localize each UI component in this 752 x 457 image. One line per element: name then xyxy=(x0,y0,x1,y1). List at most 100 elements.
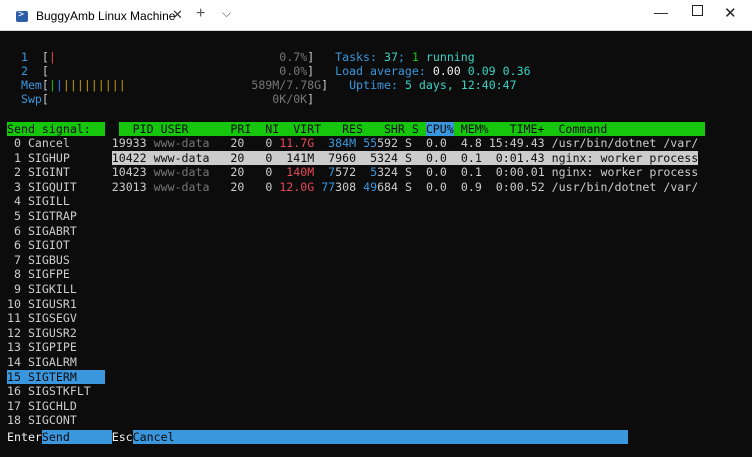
signal-number: 12 xyxy=(7,325,21,340)
signal-name: SIGIOT xyxy=(27,238,70,253)
signal-number: 9 xyxy=(7,282,21,296)
signal-name: SIGALRM xyxy=(27,355,77,369)
signal-name: SIGKILL xyxy=(27,282,77,296)
mem-meter: Mem[||||||||||| 589M/7.78G] Uptime: 5 da… xyxy=(20,78,517,92)
signal-name: SIGFPE xyxy=(27,267,70,282)
signal-name: SIGUSR1 xyxy=(27,296,77,311)
signal-item-sigint[interactable]: 2 SIGINT xyxy=(7,165,105,179)
signal-name: SIGBUS xyxy=(27,252,70,267)
signal-item-sigalrm[interactable]: 14 SIGALRM xyxy=(7,355,105,369)
signal-number: 5 xyxy=(7,209,21,223)
signal-item-sigill[interactable]: 4 SIGILL xyxy=(7,194,105,208)
signal-row: 13 SIGPIPE xyxy=(7,340,745,354)
signal-row: 8 SIGFPE xyxy=(7,267,745,281)
signal-row: 2 SIGINT 10423 www-data 20 0 140M 7572 5… xyxy=(7,165,745,179)
signal-number: 4 xyxy=(7,194,21,209)
terminal-window: > BuggyAmb Linux Machine ✕ + ⌵ — ✕ 1 [| … xyxy=(0,0,752,457)
powershell-icon: > xyxy=(16,9,28,22)
signal-number: 6 xyxy=(7,238,21,253)
tab-buggyamb[interactable]: > BuggyAmb Linux Machine ✕ xyxy=(6,3,186,30)
send-button[interactable]: Send xyxy=(41,430,112,444)
terminal-area[interactable]: 1 [| 0.7%] Tasks: 37; 1 running 2 [ 0.0%… xyxy=(0,31,752,457)
signal-row: 16 SIGSTKFLT xyxy=(7,384,745,398)
signal-item-sigchld[interactable]: 17 SIGCHLD xyxy=(7,399,105,413)
signal-row: 15 SIGTERM xyxy=(7,369,745,384)
signal-name: SIGHUP xyxy=(27,150,70,165)
send-signal-title: Send signal: xyxy=(7,122,91,136)
cpu1-meter: 1 [| 0.7%] Tasks: 37; 1 running xyxy=(20,50,475,64)
signal-item-sigabrt[interactable]: 6 SIGABRT xyxy=(7,224,105,238)
signal-item-sigbus[interactable]: 7 SIGBUS xyxy=(7,253,105,267)
signal-name: SIGPIPE xyxy=(27,340,77,355)
signal-row: 7 SIGBUS xyxy=(7,253,745,267)
process-row[interactable]: 23013 www-data 20 0 12.0G 77308 49684 S … xyxy=(112,180,699,194)
signal-number: 2 xyxy=(7,165,21,180)
signal-row: 12 SIGUSR2 xyxy=(7,326,745,340)
signal-name: SIGCONT xyxy=(27,413,77,428)
signal-name: SIGINT xyxy=(27,165,70,180)
signal-item-cancel[interactable]: 0 Cancel xyxy=(7,136,105,150)
signal-number: 11 xyxy=(7,311,21,326)
signal-item-sigterm[interactable]: 15 SIGTERM xyxy=(7,369,105,384)
signal-number: 13 xyxy=(7,340,21,355)
signal-name: SIGSTKFLT xyxy=(27,384,91,399)
signal-name: SIGCHLD xyxy=(27,398,77,413)
signal-row: 14 SIGALRM xyxy=(7,355,745,369)
signal-number: 10 xyxy=(7,296,21,311)
minimize-icon[interactable]: — xyxy=(654,4,668,20)
signal-row: 6 SIGIOT xyxy=(7,238,745,252)
signal-row: 6 SIGABRT xyxy=(7,224,745,238)
close-window-icon[interactable]: ✕ xyxy=(724,4,737,22)
signal-item-sigcont[interactable]: 18 SIGCONT xyxy=(7,413,105,427)
maximize-icon[interactable] xyxy=(692,5,703,16)
process-row[interactable]: 10422 www-data 20 0 141M 7960 5324 S 0.0… xyxy=(111,150,699,165)
signal-item-sigstkflt[interactable]: 16 SIGSTKFLT xyxy=(7,384,105,398)
tab-close-icon[interactable]: ✕ xyxy=(172,7,183,23)
signal-row: 0 Cancel 19933 www-data 20 0 11.7G 384M … xyxy=(7,136,745,150)
signal-name: SIGABRT xyxy=(27,223,77,238)
cancel-button[interactable]: Cancel xyxy=(132,430,629,444)
signal-row: 17 SIGCHLD xyxy=(7,399,745,413)
signal-number: 8 xyxy=(7,267,21,282)
table-header: Send signal: PID USER PRI NI VIRT RES SH… xyxy=(7,122,706,136)
signal-row: 9 SIGKILL xyxy=(7,282,745,296)
cpu2-meter: 2 [ 0.0%] Load average: 0.00 0.09 0.36 xyxy=(20,64,531,78)
signal-item-sigusr2[interactable]: 12 SIGUSR2 xyxy=(7,326,105,340)
title-bar: > BuggyAmb Linux Machine ✕ + ⌵ — ✕ xyxy=(0,0,752,31)
process-row[interactable]: 19933 www-data 20 0 11.7G 384M 55592 S 0… xyxy=(112,136,699,150)
enter-key: Enter xyxy=(7,430,42,444)
signal-item-sigquit[interactable]: 3 SIGQUIT xyxy=(7,180,105,194)
esc-key: Esc xyxy=(111,430,133,444)
signal-number: 7 xyxy=(7,252,21,267)
column-headers: PID USER PRI NI VIRT RES SHR S xyxy=(118,122,426,136)
signal-item-sighup[interactable]: 1 SIGHUP xyxy=(7,151,105,165)
signal-row: 18 SIGCONT xyxy=(7,413,745,427)
new-tab-icon[interactable]: + xyxy=(196,5,205,23)
signal-name: SIGTERM xyxy=(27,369,77,384)
signal-number: 3 xyxy=(7,179,21,194)
signal-name: SIGTRAP xyxy=(27,209,77,223)
signal-item-sigsegv[interactable]: 11 SIGSEGV xyxy=(7,311,105,325)
signal-item-sigfpe[interactable]: 8 SIGFPE xyxy=(7,267,105,281)
signal-row: 5 SIGTRAP xyxy=(7,209,745,223)
sort-column-cpu[interactable]: CPU% xyxy=(425,122,454,136)
signal-item-sigtrap[interactable]: 5 SIGTRAP xyxy=(7,209,105,223)
process-row[interactable]: 10423 www-data 20 0 140M 7572 5324 S 0.0… xyxy=(112,165,699,179)
signal-item-sigusr1[interactable]: 10 SIGUSR1 xyxy=(7,297,105,311)
function-bar: EnterSend EscCancel xyxy=(7,430,745,444)
signal-name: SIGSEGV xyxy=(27,311,77,326)
signal-item-sigpipe[interactable]: 13 SIGPIPE xyxy=(7,340,105,354)
signal-item-sigiot[interactable]: 6 SIGIOT xyxy=(7,238,105,252)
signal-row: 1 SIGHUP 10422 www-data 20 0 141M 7960 5… xyxy=(7,150,745,165)
signal-name: SIGQUIT xyxy=(27,179,77,194)
signal-row: 4 SIGILL xyxy=(7,194,745,208)
signal-number: 17 xyxy=(7,398,21,413)
signal-number: 15 xyxy=(7,369,21,384)
signal-name: SIGILL xyxy=(27,194,70,209)
signal-row: 11 SIGSEGV xyxy=(7,311,745,325)
signal-row: 10 SIGUSR1 xyxy=(7,297,745,311)
signal-item-sigkill[interactable]: 9 SIGKILL xyxy=(7,282,105,296)
signal-number: 1 xyxy=(7,150,21,165)
signal-number: 0 xyxy=(7,136,21,150)
chevron-down-icon[interactable]: ⌵ xyxy=(222,6,231,21)
